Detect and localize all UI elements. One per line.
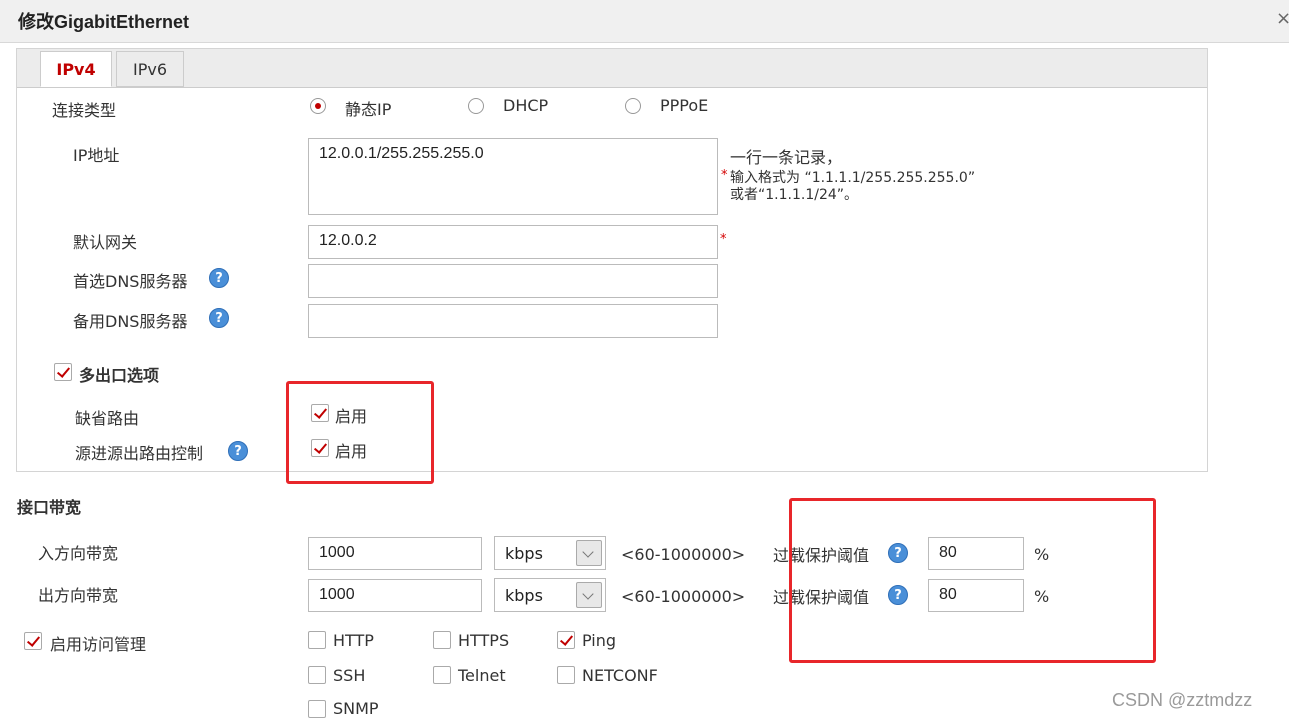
close-icon[interactable]: × <box>1276 8 1289 29</box>
ip-hint-line2: 输入格式为 “1.1.1.1/255.255.255.0” <box>730 170 976 186</box>
radio-static-ip[interactable] <box>310 98 326 114</box>
ip-hint-line1: 一行一条记录， <box>730 148 843 167</box>
chevron-down-icon[interactable] <box>576 582 602 608</box>
service-https-checkbox[interactable] <box>433 631 451 649</box>
dialog-titlebar <box>0 0 1289 43</box>
radio-pppoe[interactable] <box>625 98 641 114</box>
gateway-required-star: * <box>720 232 727 247</box>
gateway-label: 默认网关 <box>73 233 138 252</box>
ip-hint-line3: 或者“1.1.1.1/24”。 <box>730 187 859 203</box>
dns2-input[interactable] <box>308 304 718 338</box>
service-ssh-checkbox[interactable] <box>308 666 326 684</box>
help-icon[interactable]: ? <box>228 441 248 461</box>
ip-address-label: IP地址 <box>73 146 120 165</box>
service-telnet-checkbox[interactable] <box>433 666 451 684</box>
chevron-down-icon[interactable] <box>576 540 602 566</box>
service-ping-checkbox[interactable] <box>557 631 575 649</box>
radio-dhcp[interactable] <box>468 98 484 114</box>
inbound-bandwidth-input[interactable]: 1000 <box>308 537 482 570</box>
multi-exit-checkbox[interactable] <box>54 363 72 381</box>
watermark: CSDN @zztmdzz <box>1112 690 1253 710</box>
service-ssh-label: SSH <box>333 666 366 685</box>
access-mgmt-checkbox[interactable] <box>24 632 42 650</box>
outbound-unit-value: kbps <box>505 586 543 605</box>
help-icon[interactable]: ? <box>209 308 229 328</box>
default-route-label: 缺省路由 <box>75 409 140 428</box>
bandwidth-section-title: 接口带宽 <box>17 498 82 517</box>
dns2-label: 备用DNS服务器 <box>73 312 188 331</box>
radio-dhcp-label: DHCP <box>503 96 549 115</box>
service-netconf-label: NETCONF <box>582 666 658 685</box>
service-http-label: HTTP <box>333 631 374 650</box>
highlight-box <box>286 381 434 484</box>
ip-address-textarea[interactable]: 12.0.0.1/255.255.255.0 <box>308 138 718 215</box>
service-ping-label: Ping <box>582 631 617 650</box>
service-snmp-checkbox[interactable] <box>308 700 326 718</box>
outbound-bandwidth-input[interactable]: 1000 <box>308 579 482 612</box>
help-icon[interactable]: ? <box>209 268 229 288</box>
tab-ipv6[interactable]: IPv6 <box>116 51 184 87</box>
ip-required-star: * <box>721 168 728 183</box>
tab-ipv4[interactable]: IPv4 <box>40 51 112 87</box>
outbound-bandwidth-label: 出方向带宽 <box>38 586 119 605</box>
multi-exit-label: 多出口选项 <box>79 366 160 385</box>
inbound-unit-value: kbps <box>505 544 543 563</box>
service-snmp-label: SNMP <box>333 699 379 718</box>
radio-pppoe-label: PPPoE <box>660 96 709 115</box>
service-http-checkbox[interactable] <box>308 631 326 649</box>
access-mgmt-label: 启用访问管理 <box>50 635 147 654</box>
radio-static-ip-label: 静态IP <box>345 100 392 119</box>
service-netconf-checkbox[interactable] <box>557 666 575 684</box>
tab-strip <box>17 49 1207 88</box>
highlight-box <box>789 498 1156 663</box>
service-telnet-label: Telnet <box>458 666 506 685</box>
inbound-bandwidth-label: 入方向带宽 <box>38 544 119 563</box>
conn-type-label: 连接类型 <box>52 101 117 120</box>
dns1-label: 首选DNS服务器 <box>73 272 188 291</box>
outbound-range-text: <60-1000000> <box>621 587 746 606</box>
dialog-title: 修改GigabitEthernet <box>18 12 190 32</box>
dns1-input[interactable] <box>308 264 718 298</box>
service-https-label: HTTPS <box>458 631 510 650</box>
inbound-range-text: <60-1000000> <box>621 545 746 564</box>
gateway-input[interactable]: 12.0.0.2 <box>308 225 718 259</box>
src-route-label: 源进源出路由控制 <box>75 444 204 463</box>
ipv4-panel <box>16 48 1208 472</box>
